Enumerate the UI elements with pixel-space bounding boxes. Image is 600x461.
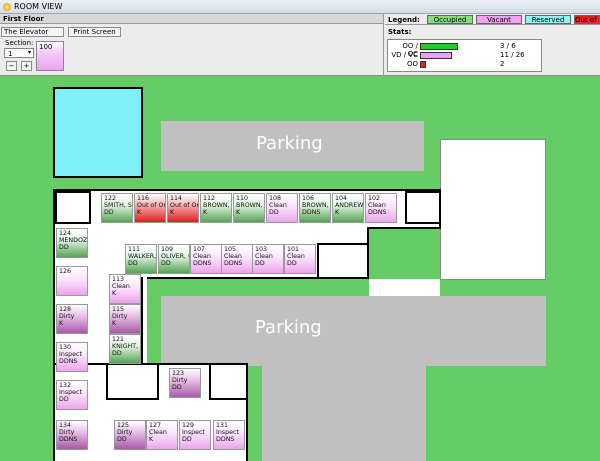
- legend-item: Out of Order: [574, 15, 600, 24]
- room-tile[interactable]: 129 Inspect DD: [179, 420, 211, 450]
- room-tile[interactable]: 113 Clean K: [109, 274, 141, 304]
- legend-item: Reserved: [525, 15, 571, 24]
- room-preview: 100: [36, 41, 64, 71]
- room-tile[interactable]: 109 OLIVER, ( DD: [158, 244, 190, 274]
- stair-nw: [55, 191, 91, 224]
- room-tile[interactable]: 110 BROWN, K: [233, 193, 265, 223]
- stats-bar: [420, 43, 495, 50]
- floor-panel: First Floor The Elevator Print Screen Se…: [0, 14, 384, 76]
- room-tile[interactable]: 124 MENDOZ DD: [56, 228, 88, 258]
- legend-stats-panel: Legend: OccupiedVacantReservedOut of Ord…: [385, 14, 600, 76]
- room-tile[interactable]: 123 Dirty DD: [169, 368, 201, 398]
- stair-sw: [106, 363, 159, 400]
- floor-map: Parking Parking 122 SMITH, S DD 116 Out o…: [0, 76, 600, 461]
- room-tile[interactable]: 132 Inspect DD: [56, 380, 88, 410]
- room-tile[interactable]: 131 Inspect DDNS: [213, 420, 245, 450]
- room-tile[interactable]: 125 Dirty DD: [114, 420, 146, 450]
- stats-row-value: 11 / 26: [500, 51, 525, 59]
- room-tile[interactable]: 102 Clean DDNS: [365, 193, 397, 223]
- room-tile[interactable]: 101 Clean DD: [284, 244, 316, 274]
- stair-se: [209, 363, 248, 400]
- room-tile[interactable]: 130 Inspect DDNS: [56, 342, 88, 372]
- legend-bar: Legend: OccupiedVacantReservedOut of Ord…: [385, 14, 600, 25]
- title-bar: ROOM VIEW: [0, 0, 600, 14]
- parking-bottom-lane: [262, 362, 426, 461]
- stats-row-value: 3 / 6: [500, 42, 516, 50]
- stats-row-value: 2: [500, 60, 505, 68]
- print-screen-button[interactable]: Print Screen: [68, 27, 121, 37]
- stats-bar-fill: [420, 52, 452, 59]
- section-value: 1: [8, 50, 13, 58]
- toolbar: First Floor The Elevator Print Screen Se…: [0, 14, 600, 76]
- section-label: Section:: [5, 39, 34, 47]
- legend-item: Vacant: [476, 15, 522, 24]
- section-increment-button[interactable]: +: [21, 61, 32, 71]
- room-tile[interactable]: 108 Clean DD: [266, 193, 298, 223]
- parking-bottom: Parking: [161, 296, 546, 366]
- stats-bar-fill: [420, 61, 426, 68]
- pool-area: [53, 87, 143, 178]
- stats-box: OO / OC 3 / 6 VD / VC 11 / 26 OO 2: [387, 39, 542, 72]
- room-preview-number: 100: [39, 43, 53, 51]
- section-decrement-button[interactable]: −: [6, 61, 17, 71]
- room-tile[interactable]: 126: [56, 266, 88, 296]
- room-tile[interactable]: 134 Dirty DDNS: [56, 420, 88, 450]
- stats-row-name: OO: [406, 60, 418, 68]
- room-tile[interactable]: 128 Dirty K: [56, 304, 88, 334]
- wing-joint: [143, 277, 147, 365]
- room-tile[interactable]: 105 Clean DDNS: [221, 244, 253, 274]
- stair-ne: [405, 191, 441, 224]
- room-tile[interactable]: 127 Clean K: [146, 420, 178, 450]
- building-east: [440, 139, 546, 280]
- stats-label: Stats:: [388, 28, 412, 36]
- section-select[interactable]: 1 ▾: [4, 48, 34, 58]
- room-tile[interactable]: 116 Out of Orde K: [134, 193, 166, 223]
- parking-top-label: Parking: [256, 133, 323, 154]
- app-icon: [3, 3, 11, 11]
- room-tile[interactable]: 112 BROWN, K: [200, 193, 232, 223]
- parking-top: Parking: [161, 121, 424, 171]
- room-tile[interactable]: 114 Out of Orde K: [167, 193, 199, 223]
- stats-bar: [420, 52, 495, 59]
- chevron-down-icon: ▾: [27, 49, 31, 56]
- floor-title: First Floor: [0, 14, 383, 24]
- legend-label: Legend:: [388, 16, 420, 24]
- room-tile[interactable]: 103 Clean DD: [252, 244, 284, 274]
- room-tile[interactable]: 122 SMITH, S DD: [101, 193, 133, 223]
- stats-bar: [420, 61, 495, 68]
- room-tile[interactable]: 115 Dirty K: [109, 304, 141, 334]
- stats-bar-fill: [420, 43, 458, 50]
- parking-bottom-label: Parking: [255, 317, 322, 338]
- room-tile[interactable]: 111 WALKER, DD: [125, 244, 157, 274]
- utility-room: [317, 243, 369, 279]
- room-tile[interactable]: 104 ANDREW K: [332, 193, 364, 223]
- elevator-button[interactable]: The Elevator: [1, 27, 64, 37]
- window-title: ROOM VIEW: [14, 2, 63, 11]
- stats-row-name: VD / VC: [391, 51, 418, 59]
- room-tile[interactable]: 106 BROWN, DDNS: [299, 193, 331, 223]
- legend-item: Occupied: [427, 15, 473, 24]
- room-tile[interactable]: 121 KNIGHT, DD: [109, 334, 141, 364]
- room-tile[interactable]: 107 Clean DDNS: [190, 244, 222, 274]
